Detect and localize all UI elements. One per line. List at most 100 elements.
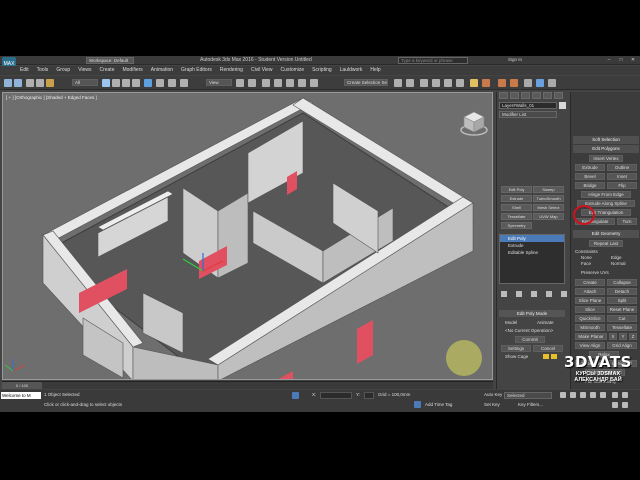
modifier-button-symmetry[interactable]: Symmetry <box>501 222 532 229</box>
snaps-toggle-icon[interactable] <box>262 79 270 87</box>
cancel-button[interactable]: Cancel <box>533 345 563 352</box>
material-editor-icon[interactable] <box>470 79 478 87</box>
make-unique-icon[interactable] <box>531 291 537 297</box>
maximize-viewport-icon[interactable] <box>622 402 628 408</box>
redo-icon[interactable] <box>14 79 22 87</box>
menu-graph-editors[interactable]: Graph Editors <box>181 66 212 75</box>
select-by-name-icon[interactable] <box>112 79 120 87</box>
modifier-button-shell[interactable]: Shell <box>501 204 532 211</box>
modifier-list-select[interactable]: Modifier List <box>499 111 557 118</box>
angle-snap-icon[interactable] <box>274 79 282 87</box>
auto-key-button[interactable]: Auto Key <box>484 392 502 397</box>
percent-snap-icon[interactable] <box>286 79 294 87</box>
stack-item-editable-spline[interactable]: Editable Spline <box>500 249 564 256</box>
workspace-select[interactable]: Workspace: Default <box>86 57 134 64</box>
edit-poly-mode-rollout[interactable]: Edit Poly Mode <box>499 310 565 317</box>
detach-button[interactable]: Detach <box>607 288 637 295</box>
menu-edit[interactable]: Edit <box>20 66 29 75</box>
constraint-normal-radio[interactable]: Normal <box>611 261 626 266</box>
select-manipulate-icon[interactable] <box>248 79 256 87</box>
selection-lock-icon[interactable] <box>292 392 299 399</box>
planar-x-button[interactable]: X <box>609 333 617 340</box>
set-key-button[interactable]: Set Key <box>484 402 500 407</box>
edit-polygons-rollout[interactable]: Edit Polygons <box>573 145 639 153</box>
planar-y-button[interactable]: Y <box>619 333 627 340</box>
edit-geometry-rollout[interactable]: Edit Geometry <box>573 230 639 238</box>
modify-tab[interactable] <box>510 92 519 99</box>
mirror-icon[interactable] <box>394 79 402 87</box>
selection-region-icon[interactable] <box>122 79 130 87</box>
preserve-uvs-checkbox[interactable]: Preserve UVs <box>581 270 609 275</box>
modifier-button-extrude[interactable]: Extrude <box>501 195 532 202</box>
reference-coordinate-select[interactable]: View <box>206 79 232 86</box>
commit-button[interactable]: Commit <box>515 336 545 343</box>
render-production-icon[interactable] <box>510 79 518 87</box>
show-end-result-icon[interactable] <box>516 291 522 297</box>
pan-icon[interactable] <box>622 392 628 398</box>
repeat-last-button[interactable]: Repeat Last <box>589 240 623 247</box>
soft-selection-rollout[interactable]: Soft Selection <box>573 136 639 144</box>
menu-customize[interactable]: Customize <box>281 66 305 75</box>
scale-icon[interactable] <box>168 79 176 87</box>
selection-filter-select[interactable]: All <box>72 79 98 86</box>
menu-views[interactable]: Views <box>78 66 91 75</box>
insert-vertex-button[interactable]: Insert Vertex <box>589 155 623 162</box>
quickslice-button[interactable]: QuickSlice <box>575 315 605 322</box>
motion-tab[interactable] <box>532 92 541 99</box>
msmooth-button[interactable]: MSmooth <box>575 324 605 331</box>
create-tab-icon[interactable] <box>524 79 532 87</box>
menu-create[interactable]: Create <box>99 66 114 75</box>
extrude-button[interactable]: Extrude <box>575 164 605 171</box>
go-to-end-icon[interactable] <box>600 392 606 398</box>
hierarchy-tab-icon[interactable] <box>548 79 556 87</box>
y-coordinate-field[interactable] <box>364 392 374 399</box>
zoom-icon[interactable] <box>612 392 618 398</box>
hierarchy-tab[interactable] <box>521 92 530 99</box>
modifier-button-uvw-map[interactable]: UVW Map <box>533 213 564 220</box>
hinge-from-edge-button[interactable]: Hinge From Edge <box>581 191 631 198</box>
menu-animation[interactable]: Animation <box>151 66 173 75</box>
stack-item-edit-poly[interactable]: Edit Poly <box>500 235 564 242</box>
rendered-frame-window-icon[interactable] <box>498 79 506 87</box>
create-tab[interactable] <box>499 92 508 99</box>
display-tab[interactable] <box>543 92 552 99</box>
time-slider-track[interactable]: 0 / 100 <box>2 381 493 389</box>
modify-tab-icon[interactable] <box>536 79 544 87</box>
rotate-icon[interactable] <box>156 79 164 87</box>
link-icon[interactable] <box>26 79 34 87</box>
utilities-tab[interactable] <box>554 92 563 99</box>
viewport-perspective[interactable]: [ + ] [Orthographic ] [Shaded + Edged Fa… <box>2 92 493 380</box>
sign-in-link[interactable]: Sign In <box>508 57 522 62</box>
tessellate-button[interactable]: Tessellate <box>607 324 637 331</box>
flip-button[interactable]: Flip <box>607 182 637 189</box>
viewcube-icon[interactable] <box>459 108 489 138</box>
key-filters-button[interactable]: Key Filters... <box>518 402 543 407</box>
pin-stack-icon[interactable] <box>501 291 507 297</box>
menu-help[interactable]: Help <box>370 66 380 75</box>
menu-tools[interactable]: Tools <box>37 66 49 75</box>
reset-plane-button[interactable]: Reset Plane <box>607 306 637 313</box>
outline-button[interactable]: Outline <box>607 164 637 171</box>
slice-plane-button[interactable]: Slice Plane <box>575 297 605 304</box>
cage-color-swatch[interactable] <box>543 354 549 359</box>
previous-frame-icon[interactable] <box>570 392 576 398</box>
view-align-button[interactable]: View Align <box>575 342 605 349</box>
constraint-face-radio[interactable]: Face <box>581 261 591 266</box>
building-model[interactable] <box>3 93 493 380</box>
attach-button[interactable]: Attach <box>575 288 605 295</box>
graphite-toggle-icon[interactable] <box>432 79 440 87</box>
menu-group[interactable]: Group <box>56 66 70 75</box>
bevel-button[interactable]: Bevel <box>575 173 605 180</box>
layer-explorer-icon[interactable] <box>420 79 428 87</box>
menu-rendering[interactable]: Rendering <box>220 66 243 75</box>
align-icon[interactable] <box>406 79 414 87</box>
edit-named-selection-icon[interactable] <box>310 79 318 87</box>
modifier-button-turbosmooth[interactable]: TurboSmooth <box>533 195 564 202</box>
play-icon[interactable] <box>580 392 586 398</box>
maxscript-listener-field[interactable]: Welcome to M <box>1 392 41 399</box>
schematic-view-icon[interactable] <box>456 79 464 87</box>
constraint-edge-radio[interactable]: Edge <box>611 255 622 260</box>
minimize-button[interactable]: – <box>605 57 613 63</box>
named-selection-set-select[interactable]: Create Selection Se <box>344 79 388 86</box>
modifier-button-sweep[interactable]: Sweep <box>533 186 564 193</box>
